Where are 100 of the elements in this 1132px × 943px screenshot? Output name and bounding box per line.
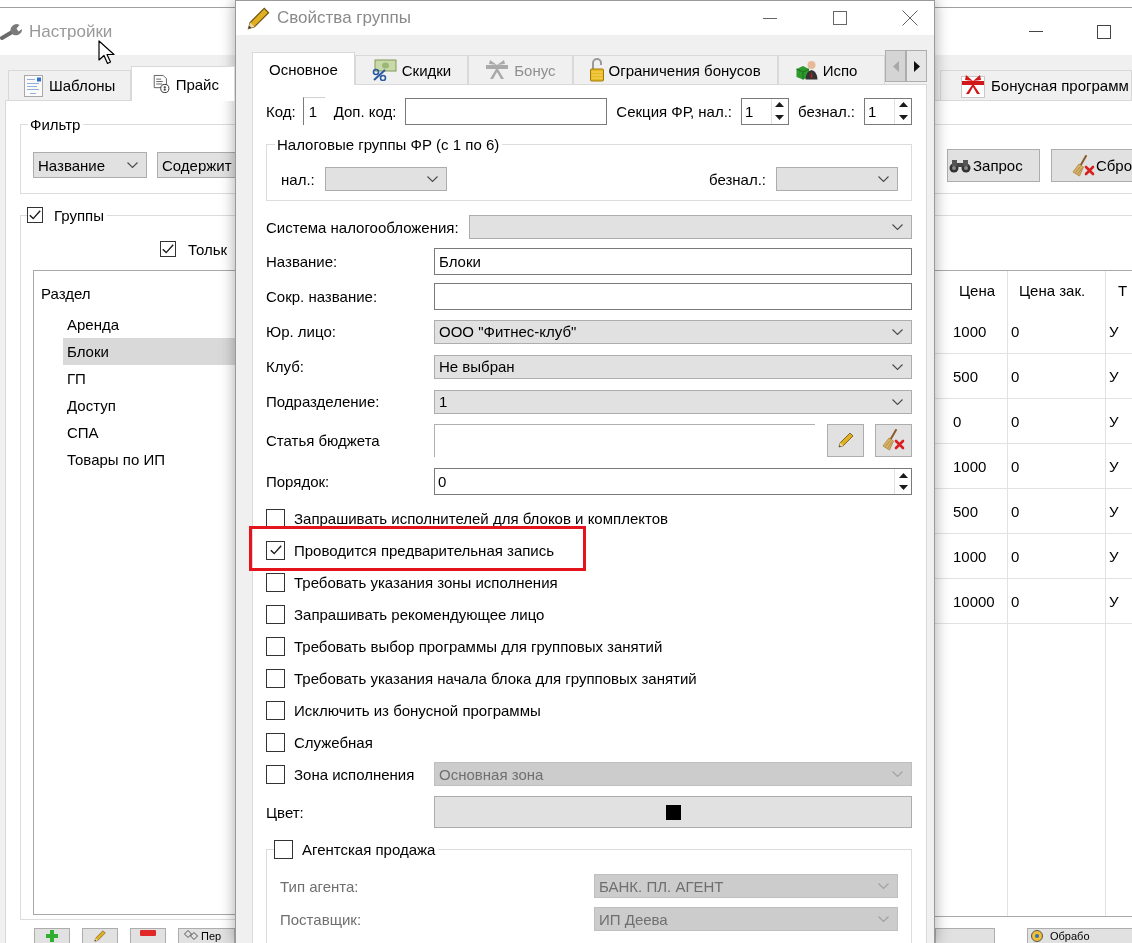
table-cell: 0 <box>1008 399 1106 443</box>
edit-button[interactable] <box>827 423 864 457</box>
dropdown[interactable]: 1 <box>434 389 912 414</box>
gift-icon <box>485 60 510 80</box>
checkbox[interactable] <box>27 207 43 223</box>
text-field[interactable] <box>434 283 912 310</box>
text-field[interactable]: Блоки <box>434 248 912 275</box>
checkmark-icon <box>269 545 282 555</box>
field-label: Тип агента: <box>280 877 360 895</box>
table-cell-text: У <box>1108 546 1120 567</box>
clear-button[interactable]: Сбро <box>1050 149 1132 182</box>
triangle-down-icon <box>898 485 908 491</box>
tree-item[interactable]: ГП <box>63 365 235 392</box>
checkbox[interactable] <box>274 839 293 859</box>
minimize-icon <box>1029 31 1043 32</box>
spin-field[interactable]: 0 <box>434 468 912 495</box>
field-dropdown[interactable]: Название <box>33 152 147 178</box>
checkbox[interactable] <box>266 540 285 560</box>
checkbox[interactable] <box>266 764 285 784</box>
table-cell: 0 <box>1008 309 1106 353</box>
chevron-down-icon <box>127 162 138 168</box>
field-label: Доп. код: <box>333 102 397 120</box>
checkbox-label: Исключить из бонусной программы <box>294 701 541 719</box>
tab[interactable]: Ограничения бонусов <box>572 55 778 84</box>
tab[interactable]: Скидки <box>354 55 469 84</box>
dropdown[interactable]: ООО "Фитнес-клуб" <box>434 319 912 344</box>
field-label: Порядок: <box>266 473 331 490</box>
tab[interactable]: Испо <box>777 55 885 84</box>
color-button[interactable] <box>434 796 912 828</box>
plus-icon <box>46 930 58 942</box>
clear-button[interactable] <box>875 423 912 457</box>
checkbox-label: Требовать указания начала блока для групповых занятий <box>294 669 697 687</box>
tree-item[interactable]: СПА <box>63 419 235 446</box>
checkbox-label: Агентская продажа <box>302 840 436 858</box>
triangle-up-icon <box>898 102 908 108</box>
pencil-icon <box>247 6 270 30</box>
tab[interactable]: Бонусная программ <box>940 70 1132 100</box>
chevron-down-icon <box>892 398 903 405</box>
group-title: Налоговые группы ФР (с 1 по 6) <box>277 135 500 153</box>
spin-up-button[interactable] <box>894 469 911 482</box>
checkbox[interactable] <box>266 668 285 688</box>
checkbox[interactable] <box>266 572 285 592</box>
table-cell: 0 <box>1008 444 1106 488</box>
tab[interactable]: Основное <box>252 52 355 85</box>
triangle-right-icon <box>913 60 920 72</box>
table-cell: 0 <box>1008 534 1106 578</box>
tree-item[interactable]: Аренда <box>63 311 235 338</box>
chevron-down-icon <box>426 176 438 182</box>
query-button[interactable]: Запрос <box>947 149 1040 182</box>
dropdown[interactable]: Не выбран <box>434 354 912 379</box>
tab[interactable]: Прайс <box>131 66 235 101</box>
table-cell-text: У <box>1108 366 1120 387</box>
maximize-icon <box>833 11 847 25</box>
pencil-icon <box>837 432 854 448</box>
checkmark-icon <box>162 244 174 254</box>
minimize-icon <box>763 17 777 19</box>
table-cell-text: У <box>1108 411 1120 432</box>
shapes-icon <box>184 930 198 940</box>
delete-button[interactable] <box>130 928 166 943</box>
code-field[interactable]: 1 <box>302 97 325 125</box>
tree-item[interactable]: Блоки <box>63 338 235 365</box>
chevron-down-icon <box>892 224 903 230</box>
gift-icon <box>961 73 985 98</box>
checkbox[interactable] <box>160 241 176 257</box>
field-label: Сокр. название: <box>266 288 379 305</box>
checkbox[interactable] <box>266 636 285 656</box>
checkbox-label: Проводится предварительная запись <box>294 541 555 559</box>
tree-item[interactable]: Доступ <box>63 392 235 419</box>
text-field[interactable] <box>405 97 608 125</box>
broom-icon <box>882 429 905 451</box>
checkmark-icon <box>29 210 41 220</box>
spin-down-button[interactable] <box>894 111 911 124</box>
tab[interactable]: Шаблоны <box>8 70 132 100</box>
checkbox[interactable] <box>266 700 285 720</box>
checkbox-label: Требовать выбор программы для групповых занятий <box>294 637 663 655</box>
table-cell-text: У <box>1108 321 1120 342</box>
field-label: Цвет: <box>266 803 305 821</box>
field-label: безнал.: <box>708 170 766 188</box>
tree-item[interactable]: Раздел <box>37 280 235 307</box>
condition-dropdown[interactable]: Содержит <box>157 152 235 178</box>
toolbar-button[interactable]: Пер <box>178 928 235 943</box>
checkbox[interactable] <box>266 604 285 624</box>
spin-up-button[interactable] <box>894 98 911 111</box>
field-label: нал.: <box>281 170 315 188</box>
table-cell: 0 <box>1008 579 1106 623</box>
pencil-icon <box>94 930 106 942</box>
spin-field[interactable]: 1 <box>864 97 912 125</box>
spin-field[interactable]: 1 <box>740 97 789 125</box>
field-label: Система налогообложения: <box>266 218 459 236</box>
chevron-down-icon <box>878 176 889 182</box>
document-icon <box>24 74 43 97</box>
scroll-right-button[interactable] <box>906 50 927 82</box>
broom-icon <box>1071 154 1095 177</box>
tree-item[interactable]: Товары по ИП <box>63 446 235 473</box>
checkbox-label: Тольк <box>188 240 228 258</box>
toolbar-button[interactable]: Обрабо <box>1027 928 1132 943</box>
checkbox[interactable] <box>266 732 285 752</box>
close-icon <box>902 10 918 26</box>
window-title: Свойства группы <box>277 8 411 28</box>
table-cell-text: У <box>1108 591 1120 612</box>
